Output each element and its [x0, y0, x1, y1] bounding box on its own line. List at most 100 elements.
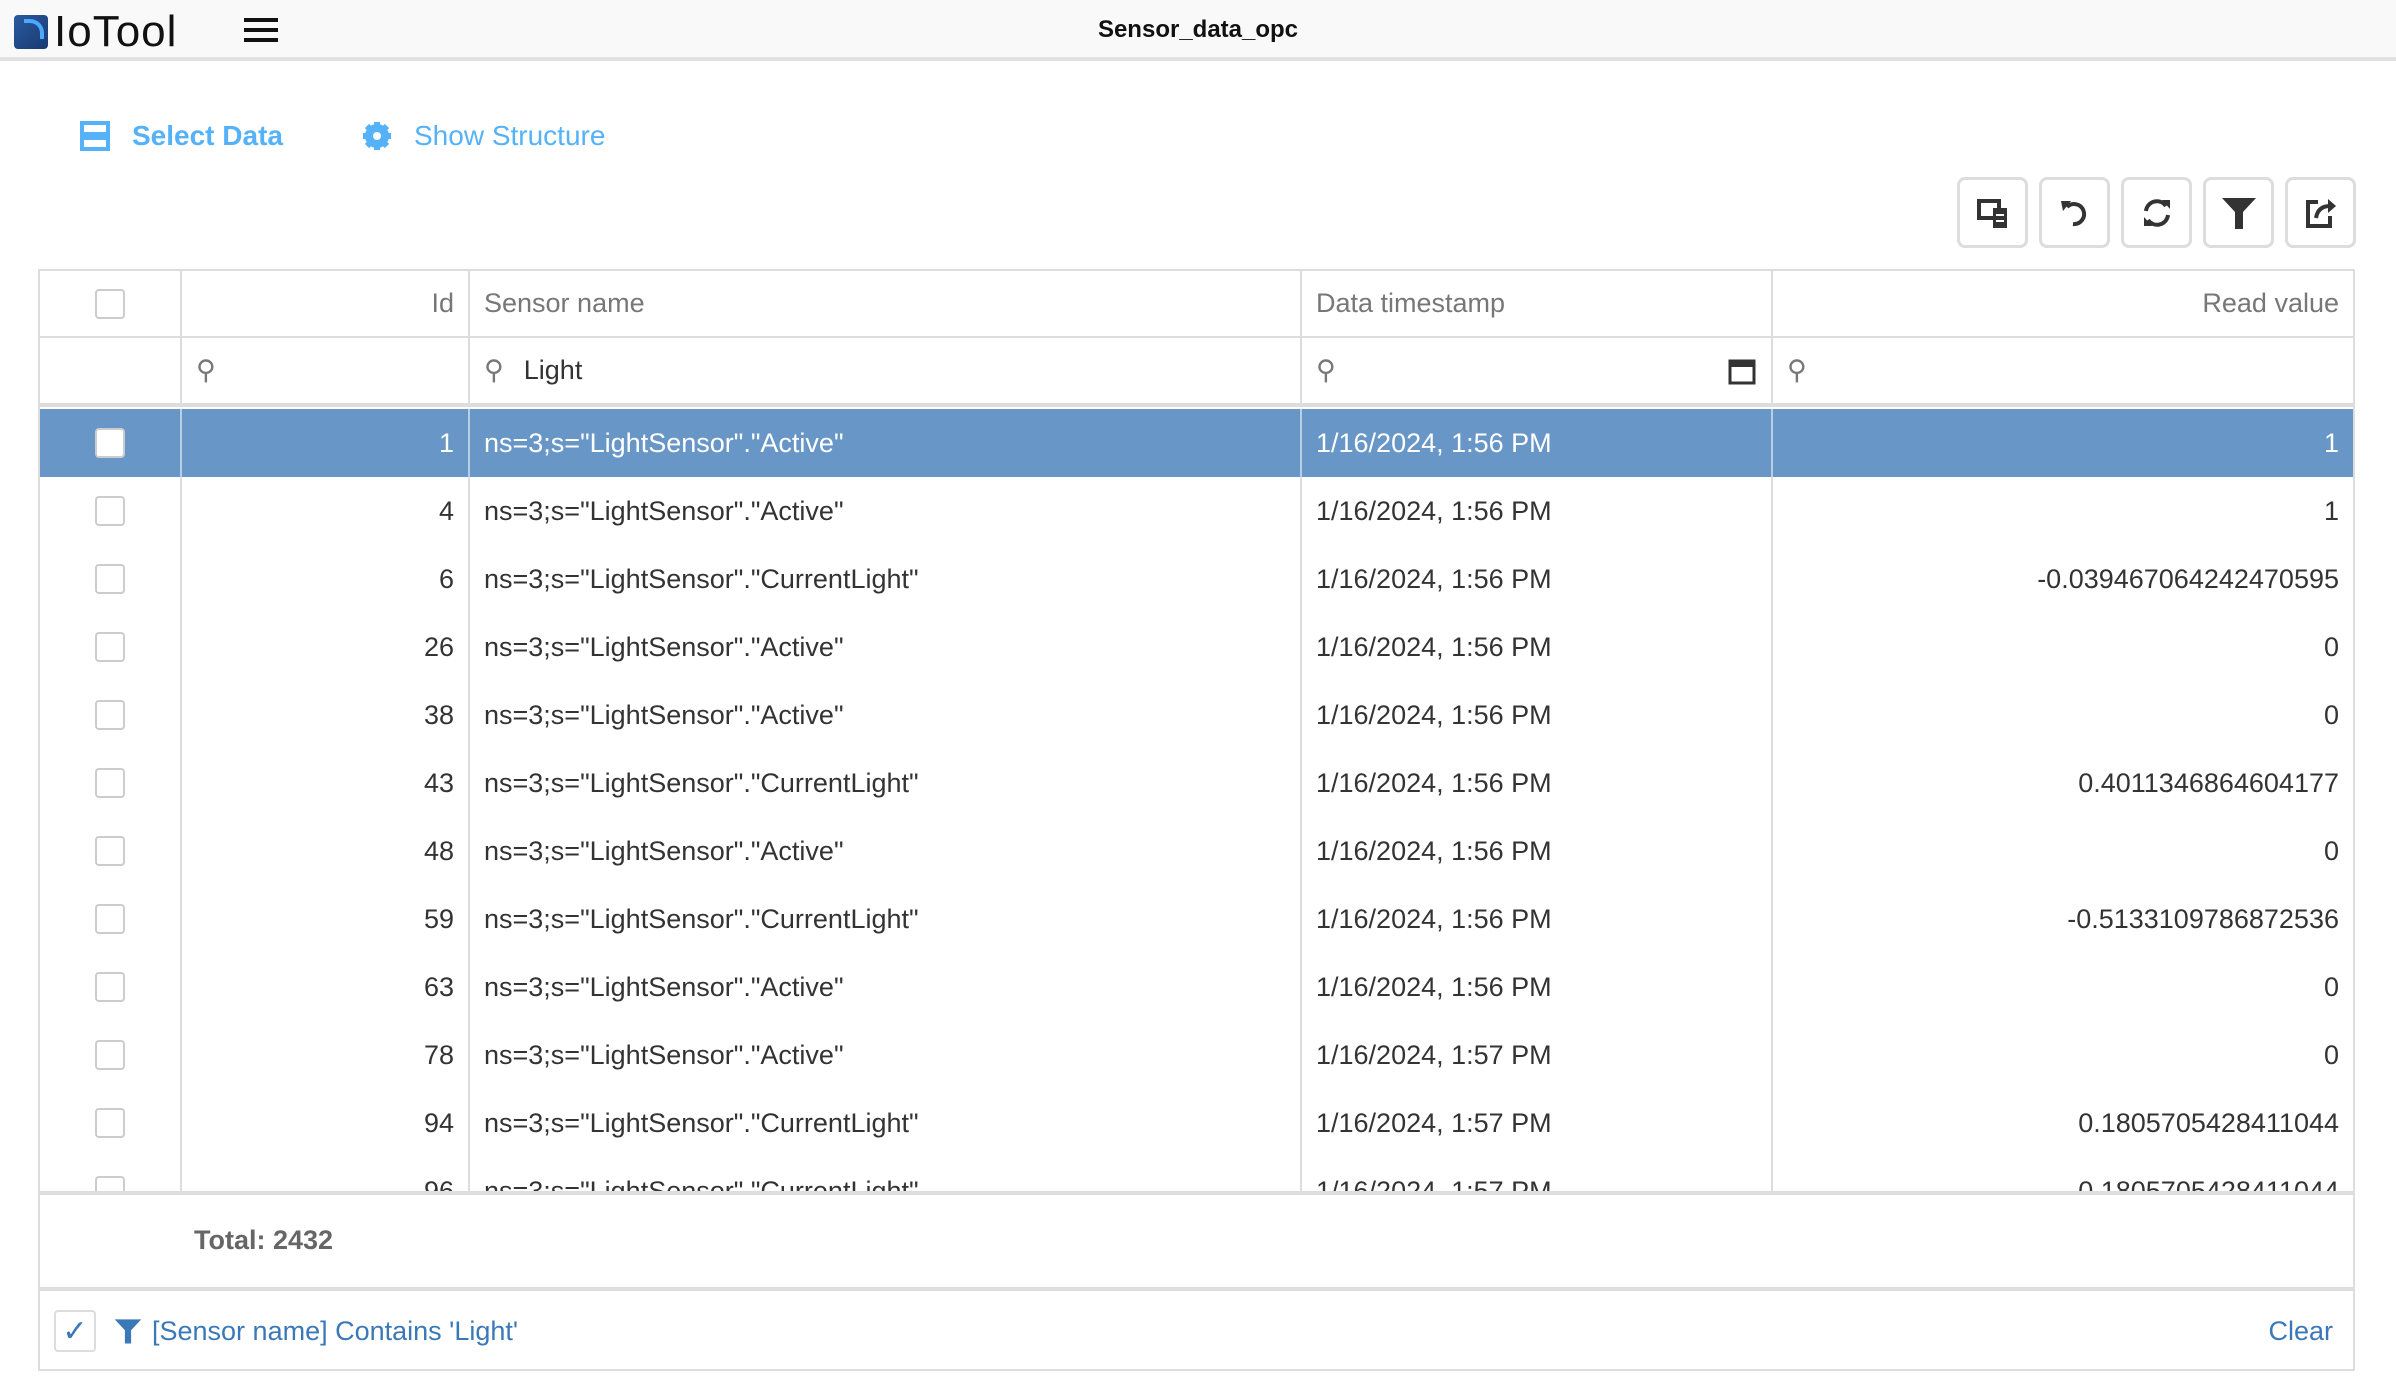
- list-icon: [80, 121, 110, 151]
- cell-data-timestamp: 1/16/2024, 1:57 PM: [1302, 1089, 1773, 1157]
- refresh-icon: [2143, 198, 2170, 227]
- row-checkbox[interactable]: [95, 1108, 125, 1138]
- cell-data-timestamp: 1/16/2024, 1:56 PM: [1302, 409, 1773, 477]
- row-checkbox[interactable]: [95, 768, 125, 798]
- row-checkbox[interactable]: [95, 836, 125, 866]
- table-row[interactable]: 6 ns=3;s="LightSensor"."CurrentLight" 1/…: [40, 545, 2353, 613]
- cell-data-timestamp: 1/16/2024, 1:56 PM: [1302, 613, 1773, 681]
- row-checkbox[interactable]: [95, 632, 125, 662]
- cell-read-value: 0: [2323, 631, 2339, 662]
- cell-data-timestamp: 1/16/2024, 1:56 PM: [1302, 681, 1773, 749]
- cell-data-timestamp: 1/16/2024, 1:56 PM: [1302, 885, 1773, 953]
- table-row[interactable]: 63 ns=3;s="LightSensor"."Active" 1/16/20…: [40, 953, 2353, 1021]
- sensor-name-filter[interactable]: ⚲ Light: [470, 338, 1302, 403]
- cell-read-value: 0: [2323, 1039, 2339, 1070]
- row-checkbox[interactable]: [95, 496, 125, 526]
- table-row[interactable]: 1 ns=3;s="LightSensor"."Active" 1/16/202…: [40, 409, 2353, 477]
- cell-read-value: 1: [2323, 427, 2339, 458]
- column-chooser-icon: [1976, 198, 2007, 228]
- cell-id: 94: [182, 1089, 470, 1157]
- cell-data-timestamp: 1/16/2024, 1:56 PM: [1302, 477, 1773, 545]
- select-data-label: Select Data: [132, 120, 283, 151]
- row-checkbox[interactable]: [95, 564, 125, 594]
- cell-id: 38: [182, 681, 470, 749]
- select-data-button[interactable]: Select Data: [80, 120, 283, 152]
- column-chooser-button[interactable]: [1957, 177, 2028, 248]
- timestamp-filter[interactable]: ⚲: [1302, 338, 1773, 403]
- calendar-icon[interactable]: [1727, 356, 1757, 386]
- cell-sensor-name: ns=3;s="LightSensor"."Active": [470, 1021, 1302, 1089]
- grid-footer: Total: 2432: [40, 1191, 2353, 1287]
- row-checkbox[interactable]: [95, 1176, 125, 1191]
- search-icon: ⚲: [196, 355, 216, 385]
- table-row[interactable]: 59 ns=3;s="LightSensor"."CurrentLight" 1…: [40, 885, 2353, 953]
- grid-body[interactable]: 1 ns=3;s="LightSensor"."Active" 1/16/202…: [40, 409, 2353, 1191]
- cell-sensor-name: ns=3;s="LightSensor"."Active": [470, 817, 1302, 885]
- search-icon: ⚲: [1787, 355, 1807, 385]
- cell-id: 63: [182, 953, 470, 1021]
- row-checkbox[interactable]: [95, 428, 125, 458]
- refresh-button[interactable]: [2121, 177, 2192, 248]
- id-filter[interactable]: ⚲: [182, 338, 470, 403]
- table-row[interactable]: 4 ns=3;s="LightSensor"."Active" 1/16/202…: [40, 477, 2353, 545]
- cell-id: 4: [182, 477, 470, 545]
- column-header-id[interactable]: Id: [182, 271, 470, 336]
- filter-icon: [114, 1319, 142, 1344]
- cell-id: 78: [182, 1021, 470, 1089]
- column-header-sensor-name[interactable]: Sensor name: [470, 271, 1302, 336]
- row-checkbox[interactable]: [95, 700, 125, 730]
- cell-sensor-name: ns=3;s="LightSensor"."CurrentLight": [470, 749, 1302, 817]
- cell-id: 96: [182, 1157, 470, 1191]
- row-checkbox[interactable]: [95, 904, 125, 934]
- cell-read-value: 0.1805705428411044: [2078, 1175, 2339, 1192]
- cell-read-value: 1: [2323, 495, 2339, 526]
- filter-icon: [2221, 197, 2256, 229]
- total-count: Total: 2432: [194, 1225, 334, 1255]
- cell-data-timestamp: 1/16/2024, 1:57 PM: [1302, 1157, 1773, 1191]
- table-row[interactable]: 96 ns=3;s="LightSensor"."CurrentLight" 1…: [40, 1157, 2353, 1191]
- filter-panel: ✓ [Sensor name] Contains 'Light' Clear: [40, 1287, 2353, 1371]
- data-grid: Id Sensor name Data timestamp Read value…: [38, 269, 2355, 1371]
- show-structure-button[interactable]: Show Structure: [362, 120, 605, 152]
- cell-read-value: -0.039467064242470595: [2037, 563, 2339, 594]
- filter-enabled-checkbox[interactable]: ✓: [54, 1310, 96, 1352]
- export-button[interactable]: [2285, 177, 2356, 248]
- table-row[interactable]: 43 ns=3;s="LightSensor"."CurrentLight" 1…: [40, 749, 2353, 817]
- show-structure-label: Show Structure: [414, 120, 606, 151]
- column-header-data-timestamp[interactable]: Data timestamp: [1302, 271, 1773, 336]
- column-header-read-value[interactable]: Read value: [1773, 271, 2353, 336]
- top-bar: IoTool Sensor_data_opc: [0, 0, 2396, 61]
- cell-data-timestamp: 1/16/2024, 1:56 PM: [1302, 953, 1773, 1021]
- cell-read-value: 0: [2323, 971, 2339, 1002]
- row-checkbox[interactable]: [95, 1040, 125, 1070]
- select-all-checkbox[interactable]: [95, 288, 125, 319]
- clear-filter-button[interactable]: Clear: [2268, 1316, 2333, 1347]
- filter-expression-link[interactable]: [Sensor name] Contains 'Light': [152, 1316, 518, 1347]
- table-row[interactable]: 94 ns=3;s="LightSensor"."CurrentLight" 1…: [40, 1089, 2353, 1157]
- row-checkbox[interactable]: [95, 972, 125, 1002]
- cell-sensor-name: ns=3;s="LightSensor"."CurrentLight": [470, 885, 1302, 953]
- search-icon: ⚲: [1316, 355, 1336, 385]
- cell-data-timestamp: 1/16/2024, 1:57 PM: [1302, 1021, 1773, 1089]
- page-title: Sensor_data_opc: [1097, 16, 1299, 43]
- filter-button[interactable]: [2203, 177, 2274, 248]
- table-row[interactable]: 26 ns=3;s="LightSensor"."Active" 1/16/20…: [40, 613, 2353, 681]
- header-row: Id Sensor name Data timestamp Read value: [40, 271, 2353, 338]
- sensor-name-filter-value: Light: [523, 355, 583, 385]
- undo-button[interactable]: [2039, 177, 2110, 248]
- read-value-filter[interactable]: ⚲: [1773, 338, 2353, 403]
- table-row[interactable]: 48 ns=3;s="LightSensor"."Active" 1/16/20…: [40, 817, 2353, 885]
- export-icon: [2305, 198, 2336, 228]
- cell-id: 26: [182, 613, 470, 681]
- cell-sensor-name: ns=3;s="LightSensor"."Active": [470, 613, 1302, 681]
- cell-sensor-name: ns=3;s="LightSensor"."Active": [470, 681, 1302, 749]
- cell-id: 1: [182, 409, 470, 477]
- cell-data-timestamp: 1/16/2024, 1:56 PM: [1302, 817, 1773, 885]
- table-row[interactable]: 38 ns=3;s="LightSensor"."Active" 1/16/20…: [40, 681, 2353, 749]
- cell-sensor-name: ns=3;s="LightSensor"."Active": [470, 477, 1302, 545]
- table-row[interactable]: 78 ns=3;s="LightSensor"."Active" 1/16/20…: [40, 1021, 2353, 1089]
- cell-id: 48: [182, 817, 470, 885]
- cell-sensor-name: ns=3;s="LightSensor"."CurrentLight": [470, 1089, 1302, 1157]
- cell-read-value: 0.4011346864604177: [2078, 767, 2339, 798]
- cell-sensor-name: ns=3;s="LightSensor"."CurrentLight": [470, 1157, 1302, 1191]
